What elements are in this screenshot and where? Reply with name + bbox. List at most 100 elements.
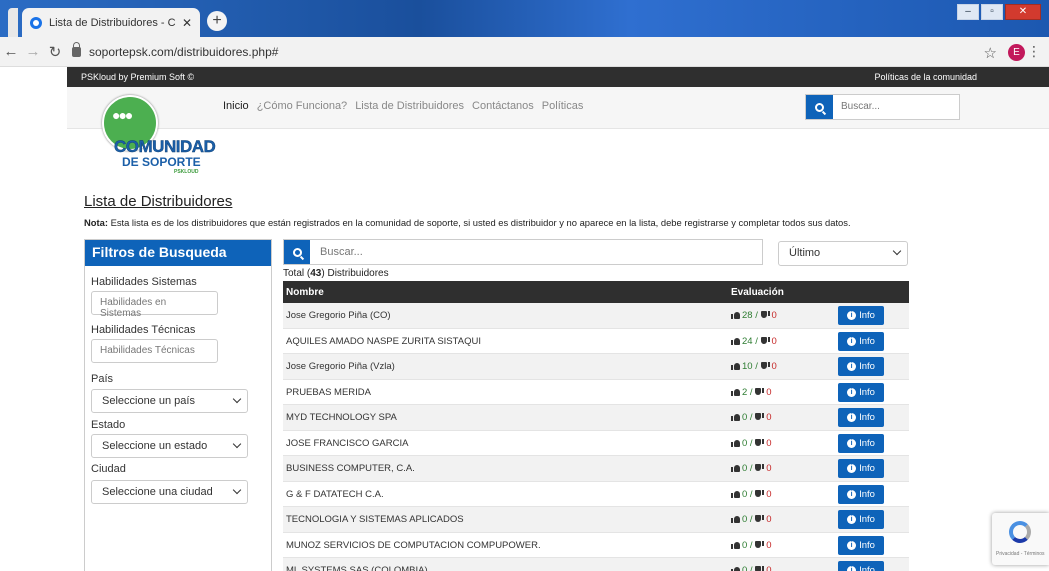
dislikes-count: 0 xyxy=(766,463,772,474)
evaluation: 0 / 0 xyxy=(731,412,772,423)
nav-como-funciona[interactable]: ¿Cómo Funciona? xyxy=(257,100,348,112)
thumbs-up-icon xyxy=(731,541,740,549)
info-button[interactable]: i Info xyxy=(838,535,884,555)
evaluation: 0 / 0 xyxy=(731,463,772,474)
info-icon: i xyxy=(847,566,857,571)
info-button[interactable]: i Info xyxy=(838,306,884,325)
likes-count: 24 xyxy=(742,335,753,347)
recaptcha-icon xyxy=(1009,521,1031,543)
filters-title: Filtros de Busqueda xyxy=(85,240,271,266)
distributor-name: PRUEBAS MERIDA xyxy=(286,386,371,398)
header-search-input[interactable]: Buscar... xyxy=(833,95,888,119)
chevron-down-icon xyxy=(232,439,242,449)
community-logo[interactable]: ●●● COMUNIDAD DE SOPORTE PSKLOUD xyxy=(98,95,228,177)
info-icon: i xyxy=(847,362,857,371)
table-row: AQUILES AMADO NASPE ZURITA SISTAQUI 24 / … xyxy=(283,329,909,354)
thumbs-down-icon xyxy=(755,413,764,421)
maximize-icon[interactable]: ▫ xyxy=(981,4,1003,20)
window-close-icon[interactable]: ✕ xyxy=(1005,4,1041,20)
total-count: Total (43) Distribuidores xyxy=(283,268,389,279)
browser-tab[interactable]: Lista de Distribuidores - Comunic ✕ xyxy=(22,8,200,37)
likes-count: 28 xyxy=(742,310,753,321)
browser-tabbar: Lista de Distribuidores - Comunic ✕ + – … xyxy=(0,0,1049,37)
dislikes-count: 0 xyxy=(766,488,772,500)
new-tab-button[interactable]: + xyxy=(207,11,227,31)
info-icon: i xyxy=(847,540,857,550)
thumbs-down-icon xyxy=(755,388,764,396)
evaluation: 0 / 0 xyxy=(731,540,772,551)
tab-edge xyxy=(8,8,18,37)
header-search-button[interactable] xyxy=(806,95,833,119)
estado-select[interactable]: Seleccione un estado xyxy=(91,434,248,458)
profile-avatar[interactable]: E xyxy=(1008,44,1025,61)
forward-icon[interactable]: → xyxy=(22,43,44,60)
recaptcha-badge[interactable]: Privacidad - Términos xyxy=(992,513,1049,565)
logo-line2: DE SOPORTE xyxy=(122,155,201,169)
nav-contactanos[interactable]: Contáctanos xyxy=(472,100,534,112)
info-button[interactable]: i Info xyxy=(838,561,884,571)
filters-panel: Filtros de Busqueda Habilidades Sistemas… xyxy=(84,239,272,571)
results-search-button[interactable] xyxy=(284,240,310,264)
info-label: Info xyxy=(859,463,875,474)
nav-distribuidores[interactable]: Lista de Distribuidores xyxy=(355,100,464,112)
pais-select[interactable]: Seleccione un país xyxy=(91,389,248,413)
info-label: Info xyxy=(859,539,875,551)
info-button[interactable]: i Info xyxy=(838,382,884,402)
thumbs-up-icon xyxy=(731,439,740,447)
thumbs-up-icon xyxy=(731,566,740,571)
info-button[interactable]: i Info xyxy=(838,510,884,529)
info-button[interactable]: i Info xyxy=(838,484,884,504)
community-policies-link[interactable]: Políticas de la comunidad xyxy=(874,72,977,82)
url-field[interactable]: soportepsk.com/distribuidores.php# xyxy=(72,41,278,59)
page-title: Lista de Distribuidores xyxy=(84,193,233,210)
info-button[interactable]: i Info xyxy=(838,459,884,478)
table-row: TECNOLOGIA Y SISTEMAS APLICADOS 0 / 0 i Inf… xyxy=(283,507,909,533)
thumbs-up-icon xyxy=(731,388,740,396)
browser-menu-icon[interactable]: ⋮ xyxy=(1027,43,1041,60)
table-row: MYD TECHNOLOGY SPA 0 / 0 i Info xyxy=(283,405,909,431)
table-row: JOSE FRANCISCO GARCIA 0 / 0 i Info xyxy=(283,431,909,456)
table-row: PRUEBAS MERIDA 2 / 0 i Info xyxy=(283,380,909,405)
distributor-name: AQUILES AMADO NASPE ZURITA SISTAQUI xyxy=(286,335,481,347)
info-button[interactable]: i Info xyxy=(838,408,884,427)
thumbs-up-icon xyxy=(731,337,740,345)
pais-label: País xyxy=(91,373,114,385)
info-button[interactable]: i Info xyxy=(838,433,884,453)
brand-text: PSKloud by Premium Soft © xyxy=(81,72,195,82)
ciudad-select[interactable]: Seleccione una ciudad xyxy=(91,480,248,504)
info-label: Info xyxy=(859,335,875,347)
info-label: Info xyxy=(859,310,875,321)
tab-title: Lista de Distribuidores - Comunic xyxy=(49,16,176,29)
info-label: Info xyxy=(859,386,875,398)
distributor-name: MYD TECHNOLOGY SPA xyxy=(286,412,397,423)
window-controls: – ▫ ✕ xyxy=(955,4,1041,20)
logo-line1: COMUNIDAD xyxy=(114,137,216,156)
minimize-icon[interactable]: – xyxy=(957,4,979,20)
back-icon[interactable]: ← xyxy=(0,43,22,60)
results-search-input[interactable]: Buscar... xyxy=(310,240,373,264)
people-icon: ●●● xyxy=(112,107,133,123)
main-nav: Inicio ¿Cómo Funciona? Lista de Distribu… xyxy=(223,100,583,112)
distributor-name: G & F DATATECH C.A. xyxy=(286,488,384,500)
site-favicon-icon xyxy=(30,16,42,29)
note-label: Nota: xyxy=(84,217,108,228)
col-nombre: Nombre xyxy=(286,287,324,298)
info-button[interactable]: i Info xyxy=(838,357,884,376)
nav-politicas[interactable]: Políticas xyxy=(542,100,584,112)
tab-close-icon[interactable]: ✕ xyxy=(182,16,192,30)
sort-value: Último xyxy=(789,247,821,259)
table-row: Jose Gregorio Piña (Vzla) 10 / 0 i Info xyxy=(283,354,909,380)
distributor-name: JOSE FRANCISCO GARCIA xyxy=(286,437,409,449)
tecnicas-input[interactable]: Habilidades Técnicas xyxy=(91,339,218,363)
thumbs-down-icon xyxy=(755,566,764,571)
search-icon xyxy=(292,247,302,257)
bookmark-star-icon[interactable]: ☆ xyxy=(984,44,997,62)
recaptcha-text[interactable]: Privacidad - Términos xyxy=(996,551,1045,557)
sistemas-input[interactable]: Habilidades en Sistemas xyxy=(91,291,218,319)
ciudad-label: Ciudad xyxy=(91,463,126,475)
eval-separator: / xyxy=(752,335,761,347)
evaluation: 28 / 0 xyxy=(731,310,777,321)
sort-select[interactable]: Último xyxy=(778,241,908,266)
info-button[interactable]: i Info xyxy=(838,331,884,351)
reload-icon[interactable]: ↻ xyxy=(44,43,66,61)
